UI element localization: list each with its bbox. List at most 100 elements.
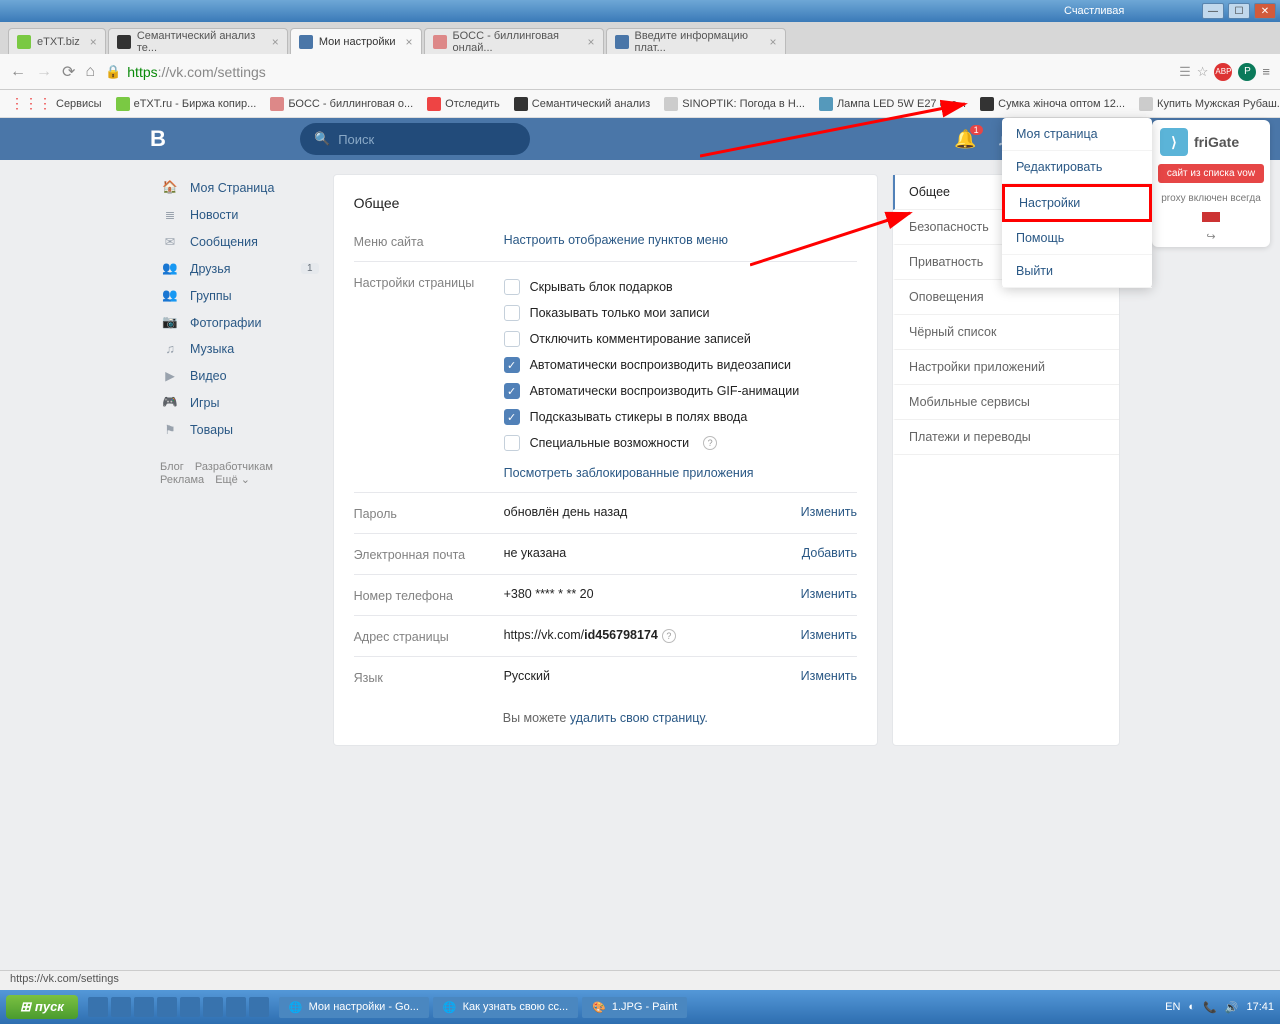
tray-icon[interactable]: 📞 bbox=[1203, 1001, 1217, 1014]
close-tab-icon[interactable]: × bbox=[272, 35, 279, 49]
star-icon[interactable]: ☆ bbox=[1197, 64, 1209, 80]
taskbar-task[interactable]: 🎨 1.JPG - Paint bbox=[582, 997, 687, 1018]
checkbox[interactable]: ✓ bbox=[504, 409, 520, 425]
ql-icon[interactable] bbox=[134, 997, 154, 1017]
home-button[interactable]: ⌂ bbox=[85, 63, 95, 81]
ext-icon[interactable]: P bbox=[1238, 63, 1256, 81]
browser-tab[interactable]: БОСС - биллинговая онлай...× bbox=[424, 28, 604, 54]
dropdown-item[interactable]: Редактировать bbox=[1002, 151, 1152, 184]
settings-tab[interactable]: Настройки приложений bbox=[893, 350, 1119, 385]
menu-icon[interactable]: ≡ bbox=[1262, 64, 1270, 79]
search-input[interactable]: 🔍 Поиск bbox=[300, 123, 530, 155]
back-button[interactable]: ← bbox=[10, 63, 26, 81]
taskbar-task[interactable]: 🌐 Как узнать свою сс... bbox=[433, 997, 578, 1018]
sidebar-item[interactable]: 🎮Игры bbox=[160, 389, 319, 416]
checkbox-row[interactable]: ✓Подсказывать стикеры в полях ввода bbox=[504, 404, 857, 430]
checkbox[interactable] bbox=[504, 331, 520, 347]
browser-tab[interactable]: Введите информацию плат...× bbox=[606, 28, 786, 54]
sidebar-item[interactable]: ♫Музыка bbox=[160, 336, 319, 362]
blocked-apps-link[interactable]: Посмотреть заблокированные приложения bbox=[504, 466, 754, 480]
sidebar-item[interactable]: ▶Видео bbox=[160, 362, 319, 389]
start-button[interactable]: ⊞пуск bbox=[6, 995, 78, 1019]
clock[interactable]: 17:41 bbox=[1246, 1001, 1274, 1013]
close-tab-icon[interactable]: × bbox=[406, 35, 413, 49]
dropdown-item[interactable]: Настройки bbox=[1002, 184, 1152, 222]
close-tab-icon[interactable]: × bbox=[90, 35, 97, 49]
forward-button[interactable]: → bbox=[36, 63, 52, 81]
change-password-link[interactable]: Изменить bbox=[801, 505, 857, 521]
checkbox-row[interactable]: Специальные возможности? bbox=[504, 430, 857, 456]
system-tray[interactable]: EN ◐ 📞 🔊 17:41 bbox=[1165, 1001, 1274, 1014]
ql-icon[interactable] bbox=[203, 997, 223, 1017]
sidebar-item[interactable]: ≣Новости bbox=[160, 201, 319, 228]
bookmark-item[interactable]: Сумка жіноча оптом 12... bbox=[980, 97, 1125, 111]
change-language-link[interactable]: Изменить bbox=[801, 669, 857, 685]
url-field[interactable]: 🔒 https://vk.com/settings bbox=[105, 64, 1169, 80]
tray-icon[interactable]: ◐ bbox=[1188, 1001, 1195, 1013]
sidebar-item[interactable]: 📷Фотографии bbox=[160, 309, 319, 336]
dropdown-item[interactable]: Выйти bbox=[1002, 255, 1152, 288]
sidebar-item[interactable]: 🏠Моя Страница bbox=[160, 174, 319, 201]
checkbox-row[interactable]: Скрывать блок подарков bbox=[504, 274, 857, 300]
reload-button[interactable]: ⟳ bbox=[62, 62, 75, 82]
apps-button[interactable]: ⋮⋮⋮Сервисы bbox=[10, 95, 102, 112]
ql-icon[interactable] bbox=[249, 997, 269, 1017]
checkbox[interactable] bbox=[504, 435, 520, 451]
close-tab-icon[interactable]: × bbox=[588, 35, 595, 49]
taskbar-task[interactable]: 🌐 Мои настройки - Go... bbox=[279, 997, 429, 1018]
delete-page-link[interactable]: удалить свою страницу. bbox=[570, 711, 708, 725]
checkbox[interactable] bbox=[504, 305, 520, 321]
vk-logo[interactable]: В bbox=[140, 126, 300, 152]
add-email-link[interactable]: Добавить bbox=[802, 546, 857, 562]
change-address-link[interactable]: Изменить bbox=[801, 628, 857, 644]
lang-indicator[interactable]: EN bbox=[1165, 1001, 1180, 1013]
bookmark-item[interactable]: Купить Мужская Рубаш... bbox=[1139, 97, 1280, 111]
abp-icon[interactable]: ABP bbox=[1214, 63, 1232, 81]
share-icon[interactable]: ↪ bbox=[1152, 226, 1270, 247]
bookmark-item[interactable]: Семантический анализ bbox=[514, 97, 650, 111]
browser-tab-active[interactable]: Мои настройки× bbox=[290, 28, 422, 54]
help-icon[interactable]: ? bbox=[662, 629, 676, 643]
browser-tab[interactable]: eTXT.biz× bbox=[8, 28, 106, 54]
sidebar-item[interactable]: ✉Сообщения bbox=[160, 228, 319, 255]
frigate-extension-panel[interactable]: ⟩friGate сайт из списка vow proxy включе… bbox=[1152, 120, 1270, 247]
sidebar-item[interactable]: 👥Друзья1 bbox=[160, 255, 319, 282]
bookmark-item[interactable]: Лампа LED 5W E27 све... bbox=[819, 97, 966, 111]
change-phone-link[interactable]: Изменить bbox=[801, 587, 857, 603]
footer-link[interactable]: Разработчикам bbox=[195, 461, 273, 473]
tray-icon[interactable]: 🔊 bbox=[1225, 1001, 1239, 1014]
checkbox-row[interactable]: Отключить комментирование записей bbox=[504, 326, 857, 352]
checkbox[interactable]: ✓ bbox=[504, 383, 520, 399]
help-icon[interactable]: ? bbox=[703, 436, 717, 450]
dropdown-item[interactable]: Помощь bbox=[1002, 222, 1152, 255]
notifications-icon[interactable]: 🔔1 bbox=[954, 129, 976, 150]
checkbox-row[interactable]: ✓Автоматически воспроизводить видеозапис… bbox=[504, 352, 857, 378]
dropdown-item[interactable]: Моя страница bbox=[1002, 118, 1152, 151]
checkbox[interactable] bbox=[504, 279, 520, 295]
bookmark-item[interactable]: SINOPTIK: Погода в Н... bbox=[664, 97, 805, 111]
browser-tab[interactable]: Семантический анализ те...× bbox=[108, 28, 288, 54]
close-tab-icon[interactable]: × bbox=[770, 35, 777, 49]
ql-icon[interactable] bbox=[157, 997, 177, 1017]
minimize-button[interactable]: — bbox=[1202, 3, 1224, 19]
sidebar-item[interactable]: ⚑Товары bbox=[160, 416, 319, 443]
ql-icon[interactable] bbox=[111, 997, 131, 1017]
close-window-button[interactable]: ✕ bbox=[1254, 3, 1276, 19]
checkbox-row[interactable]: ✓Автоматически воспроизводить GIF-анимац… bbox=[504, 378, 857, 404]
footer-link[interactable]: Реклама bbox=[160, 474, 204, 486]
settings-tab[interactable]: Чёрный список bbox=[893, 315, 1119, 350]
footer-link[interactable]: Блог bbox=[160, 461, 184, 473]
ql-icon[interactable] bbox=[226, 997, 246, 1017]
bookmark-icon[interactable]: ☰ bbox=[1179, 64, 1191, 80]
settings-tab[interactable]: Платежи и переводы bbox=[893, 420, 1119, 455]
footer-link[interactable]: Ещё ⌄ bbox=[215, 474, 250, 486]
bookmark-item[interactable]: eTXT.ru - Биржа копир... bbox=[116, 97, 257, 111]
ql-icon[interactable] bbox=[180, 997, 200, 1017]
configure-menu-link[interactable]: Настроить отображение пунктов меню bbox=[504, 233, 728, 247]
settings-tab[interactable]: Мобильные сервисы bbox=[893, 385, 1119, 420]
checkbox-row[interactable]: Показывать только мои записи bbox=[504, 300, 857, 326]
ql-icon[interactable] bbox=[88, 997, 108, 1017]
sidebar-item[interactable]: 👥Группы bbox=[160, 282, 319, 309]
bookmark-item[interactable]: Отследить bbox=[427, 97, 500, 111]
bookmark-item[interactable]: БОСС - биллинговая о... bbox=[270, 97, 413, 111]
